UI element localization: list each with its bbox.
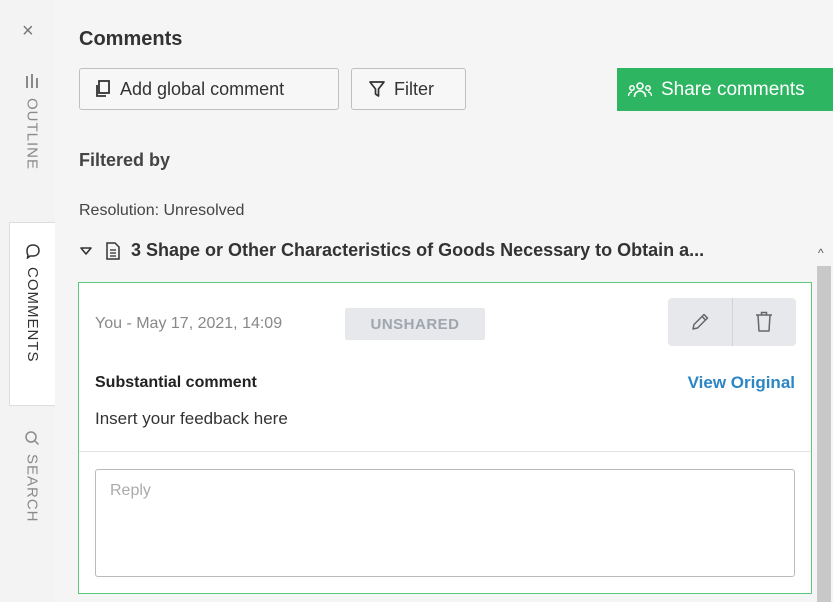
add-global-comment-label: Add global comment [120,78,285,99]
card-divider [79,451,811,452]
comment-type: Substantial comment [95,374,257,391]
section-header[interactable]: 3 Shape or Other Characteristics of Good… [79,240,801,261]
outline-icon [26,74,38,88]
filter-button[interactable]: Filter [351,68,466,110]
tab-outline-label: OUTLINE [23,98,41,171]
tab-search[interactable]: SEARCH [9,430,55,560]
delete-button[interactable] [733,298,797,346]
scroll-up-icon[interactable]: ^ [818,246,824,260]
side-tab-bar: × OUTLINE COMMENTS SEARCH [0,0,55,602]
share-comments-button[interactable]: Share comments [617,68,833,111]
filter-label: Filter [394,78,434,99]
share-comments-label: Share comments [661,78,805,100]
scrollbar-thumb[interactable] [817,266,831,602]
scrollbar[interactable]: ^ [815,240,833,602]
comment-card: You - May 17, 2021, 14:09 UNSHARED Subst… [78,282,812,594]
comment-meta: You - May 17, 2021, 14:09 [95,315,283,332]
status-badge: UNSHARED [345,308,485,340]
caret-down-icon[interactable] [79,244,93,258]
tab-search-label: SEARCH [23,454,41,523]
filtered-by-heading: Filtered by [79,150,171,170]
section-title: 3 Shape or Other Characteristics of Good… [131,240,705,260]
document-icon [106,241,120,260]
filter-icon [369,81,385,97]
users-icon [627,81,653,97]
comment-actions [668,298,796,346]
trash-icon [756,311,773,332]
tab-comments[interactable]: COMMENTS [9,222,55,406]
comments-panel: Comments Add global comment Filter Share… [55,0,833,602]
panel-title: Comments [79,28,183,50]
view-original-link[interactable]: View Original [688,373,795,393]
close-icon[interactable]: × [22,20,34,43]
edit-button[interactable] [668,298,732,346]
comment-text: Insert your feedback here [95,409,288,428]
add-global-comment-button[interactable]: Add global comment [79,68,339,110]
comment-bubble-icon [25,244,40,259]
search-icon [25,431,40,446]
reply-input[interactable] [95,469,795,577]
copy-icon [96,80,110,97]
tab-comments-label: COMMENTS [24,267,41,363]
pencil-icon [692,313,708,330]
resolution-filter-text: Resolution: Unresolved [79,202,245,219]
tab-outline[interactable]: OUTLINE [9,72,55,212]
